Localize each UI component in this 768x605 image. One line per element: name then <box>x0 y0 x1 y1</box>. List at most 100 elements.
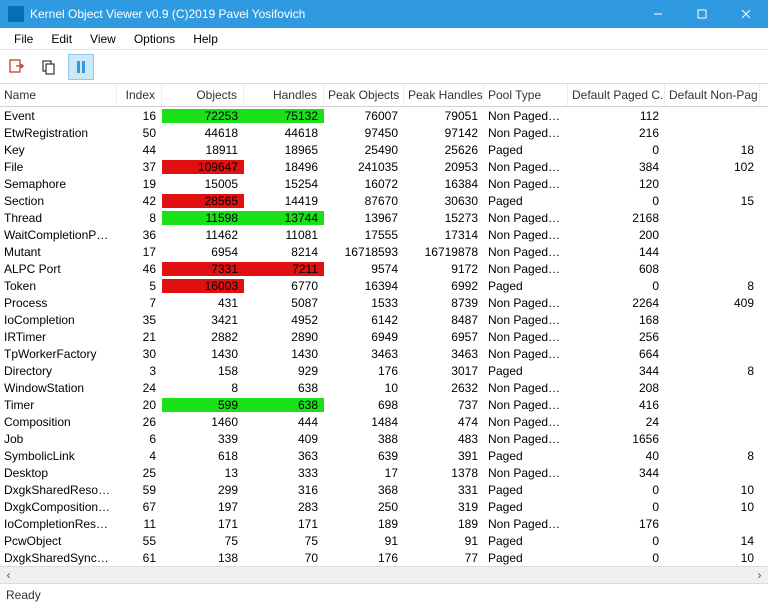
cell: 250 <box>324 500 404 514</box>
table-row[interactable]: Key4418911189652549025626Paged018 <box>0 141 768 158</box>
cell: 13 <box>162 466 244 480</box>
minimize-button[interactable] <box>636 0 680 28</box>
cell: 4952 <box>244 313 324 327</box>
table-row[interactable]: Mutant17695482141671859316719878Non Page… <box>0 243 768 260</box>
cell: 61 <box>117 551 162 565</box>
cell: 11462 <box>162 228 244 242</box>
cell: 368 <box>324 483 404 497</box>
table-row[interactable]: Job6339409388483Non Paged NX1656 <box>0 430 768 447</box>
table-row[interactable]: IoCompletionReserve11171171189189Non Pag… <box>0 515 768 532</box>
col-name[interactable]: Name <box>0 84 117 106</box>
cell: 6957 <box>404 330 484 344</box>
cell: 158 <box>162 364 244 378</box>
status-text: Ready <box>6 588 41 602</box>
pause-button[interactable] <box>68 54 94 80</box>
scroll-right-icon[interactable]: › <box>751 567 768 584</box>
cell: 171 <box>162 517 244 531</box>
table-row[interactable]: Thread811598137441396715273Non Paged NX2… <box>0 209 768 226</box>
col-handles[interactable]: Handles <box>244 84 324 106</box>
cell: Non Paged NX <box>484 109 568 123</box>
table-row[interactable]: Desktop2513333171378Non Paged NX344 <box>0 464 768 481</box>
menu-view[interactable]: View <box>82 30 124 48</box>
list-view[interactable]: Name Index Objects Handles Peak Objects … <box>0 84 768 583</box>
col-default-paged[interactable]: Default Paged C... <box>568 84 665 106</box>
table-row[interactable]: Token5160036770163946992Paged08 <box>0 277 768 294</box>
table-row[interactable]: Process7431508715338739Non Paged NX22644… <box>0 294 768 311</box>
cell: Non Paged NX <box>484 347 568 361</box>
cell: Timer <box>0 398 117 412</box>
cell: 8739 <box>404 296 484 310</box>
cell: 138 <box>162 551 244 565</box>
table-row[interactable]: TpWorkerFactory301430143034633463Non Pag… <box>0 345 768 362</box>
col-index[interactable]: Index <box>117 84 162 106</box>
table-row[interactable]: DxgkSharedResource59299316368331Paged010 <box>0 481 768 498</box>
cell: 0 <box>568 279 665 293</box>
close-button[interactable] <box>724 0 768 28</box>
cell: 474 <box>404 415 484 429</box>
cell: 28565 <box>162 194 244 208</box>
cell: ALPC Port <box>0 262 117 276</box>
col-default-nonpaged[interactable]: Default Non-Pag ▲ <box>665 84 760 106</box>
table-row[interactable]: WindowStation248638102632Non Paged NX208 <box>0 379 768 396</box>
scroll-left-icon[interactable]: ‹ <box>0 567 17 584</box>
col-peak-handles[interactable]: Peak Handles <box>404 84 484 106</box>
cell: 16384 <box>404 177 484 191</box>
menu-options[interactable]: Options <box>126 30 183 48</box>
col-peak-objects[interactable]: Peak Objects <box>324 84 404 106</box>
copy-button[interactable] <box>36 54 62 80</box>
menu-edit[interactable]: Edit <box>43 30 80 48</box>
cell: DxgkCompositionOb... <box>0 500 117 514</box>
cell: 35 <box>117 313 162 327</box>
cell: 391 <box>404 449 484 463</box>
horizontal-scrollbar[interactable]: ‹ › <box>0 566 768 583</box>
menubar: File Edit View Options Help <box>0 28 768 50</box>
maximize-button[interactable] <box>680 0 724 28</box>
table-row[interactable]: Semaphore1915005152541607216384Non Paged… <box>0 175 768 192</box>
table-row[interactable]: SymbolicLink4618363639391Paged408 <box>0 447 768 464</box>
table-row[interactable]: Section4228565144198767030630Paged015 <box>0 192 768 209</box>
cell: Key <box>0 143 117 157</box>
table-row[interactable]: Timer20599638698737Non Paged NX416 <box>0 396 768 413</box>
cell: 25626 <box>404 143 484 157</box>
cell: 189 <box>404 517 484 531</box>
col-pool-type[interactable]: Pool Type <box>484 84 568 106</box>
table-row[interactable]: ALPC Port467331721195749172Non Paged NX6… <box>0 260 768 277</box>
table-row[interactable]: Directory31589291763017Paged3448 <box>0 362 768 379</box>
rows-container[interactable]: Event1672253751327600779051Non Paged NX1… <box>0 107 768 566</box>
menu-help[interactable]: Help <box>185 30 226 48</box>
table-row[interactable]: WaitCompletionPacket36114621108117555173… <box>0 226 768 243</box>
table-row[interactable]: Composition2614604441484474Non Paged NX2… <box>0 413 768 430</box>
table-row[interactable]: IRTimer212882289069496957Non Paged NX256 <box>0 328 768 345</box>
col-objects[interactable]: Objects <box>162 84 244 106</box>
table-row[interactable]: EtwRegistration5044618446189745097142Non… <box>0 124 768 141</box>
export-button[interactable] <box>4 54 30 80</box>
cell: 1533 <box>324 296 404 310</box>
cell: 2890 <box>244 330 324 344</box>
cell: Event <box>0 109 117 123</box>
cell: 112 <box>568 109 665 123</box>
cell: 6954 <box>162 245 244 259</box>
table-row[interactable]: IoCompletion353421495261428487Non Paged … <box>0 311 768 328</box>
scroll-track[interactable] <box>17 567 751 584</box>
cell: 698 <box>324 398 404 412</box>
menu-file[interactable]: File <box>6 30 41 48</box>
table-row[interactable]: File371096471849624103520953Non Paged NX… <box>0 158 768 175</box>
cell: 11 <box>117 517 162 531</box>
table-row[interactable]: DxgkCompositionOb...67197283250319Paged0… <box>0 498 768 515</box>
cell: 72253 <box>162 109 244 123</box>
cell: 16719878 <box>404 245 484 259</box>
table-row[interactable]: Event1672253751327600779051Non Paged NX1… <box>0 107 768 124</box>
cell: 168 <box>568 313 665 327</box>
cell: 44618 <box>162 126 244 140</box>
cell: 11598 <box>162 211 244 225</box>
table-row[interactable]: PcwObject5575759191Paged014 <box>0 532 768 549</box>
cell: 1430 <box>162 347 244 361</box>
cell: 664 <box>568 347 665 361</box>
table-row[interactable]: DxgkSharedSyncObje...611387017677Paged01… <box>0 549 768 566</box>
cell: 75 <box>244 534 324 548</box>
cell: 171 <box>244 517 324 531</box>
cell: 333 <box>244 466 324 480</box>
cell: Non Paged NX <box>484 330 568 344</box>
cell: 2632 <box>404 381 484 395</box>
cell: 120 <box>568 177 665 191</box>
